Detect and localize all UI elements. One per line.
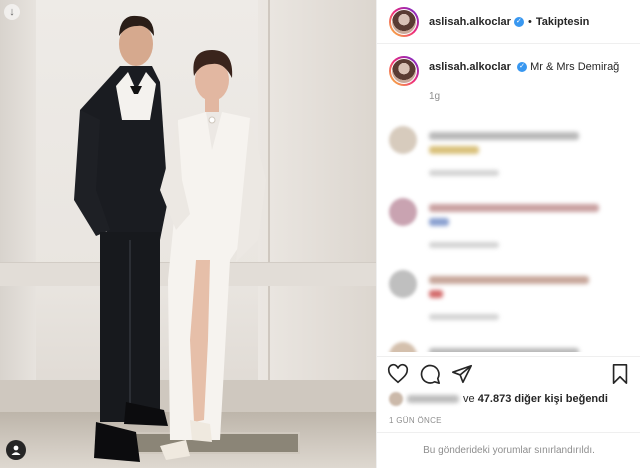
comments-restricted-notice: Bu gönderideki yorumlar sınırlandırıldı. [377, 432, 640, 468]
blurred-comment [429, 132, 579, 140]
avatar [389, 392, 403, 406]
post-timestamp[interactable]: 1 GÜN ÖNCE [389, 416, 442, 425]
likes-count[interactable]: 47.873 [478, 393, 512, 405]
separator-dot: • [527, 15, 532, 28]
avatar[interactable] [389, 270, 417, 298]
caption: aslisah.alkoclar ✓ Mr & Mrs Demirağ 1g [377, 44, 640, 120]
verified-badge-icon: ✓ [513, 16, 524, 27]
likes-prefix: ve [463, 393, 475, 405]
bookmark-icon[interactable] [609, 363, 631, 385]
caption-timestamp: 1g [429, 91, 441, 102]
follow-status-button[interactable]: Takiptesin [536, 16, 590, 28]
blurred-comment [429, 146, 479, 154]
blurred-meta [429, 170, 499, 176]
list-item [377, 264, 640, 336]
username-link[interactable]: aslisah.alkoclar [429, 16, 511, 28]
blurred-username [407, 395, 459, 403]
post-sidebar: aslisah.alkoclar ✓ • Takiptesin aslisah.… [376, 0, 640, 468]
post-image[interactable]: ↓ [0, 0, 376, 468]
blurred-meta [429, 314, 499, 320]
send-icon[interactable] [451, 363, 473, 385]
avatar[interactable] [389, 342, 417, 352]
blurred-meta [429, 242, 499, 248]
avatar[interactable] [389, 56, 419, 86]
avatar[interactable] [389, 6, 419, 37]
post-header: aslisah.alkoclar ✓ • Takiptesin [377, 0, 640, 44]
arrow-down-icon[interactable]: ↓ [4, 4, 20, 20]
person-tag-icon[interactable] [6, 440, 26, 460]
list-item [377, 336, 640, 352]
comments-list[interactable] [377, 120, 640, 352]
list-item [377, 192, 640, 264]
caption-text: Mr & Mrs Demirağ [530, 61, 620, 73]
list-item [377, 120, 640, 192]
heart-icon[interactable] [387, 363, 409, 385]
avatar[interactable] [389, 126, 417, 154]
caption-username-link[interactable]: aslisah.alkoclar [429, 61, 511, 73]
comment-icon[interactable] [419, 363, 441, 385]
blurred-comment [429, 276, 589, 284]
action-bar [377, 356, 640, 390]
blurred-comment [429, 218, 449, 226]
likes-suffix[interactable]: diğer kişi beğendi [514, 393, 608, 405]
blurred-comment [429, 290, 443, 298]
verified-badge-icon: ✓ [517, 62, 528, 73]
blurred-comment [429, 204, 599, 212]
avatar[interactable] [389, 198, 417, 226]
blurred-comment [429, 348, 579, 352]
likes-summary[interactable]: ve 47.873 diğer kişi beğendi [389, 392, 608, 406]
couple-illustration [74, 15, 266, 462]
